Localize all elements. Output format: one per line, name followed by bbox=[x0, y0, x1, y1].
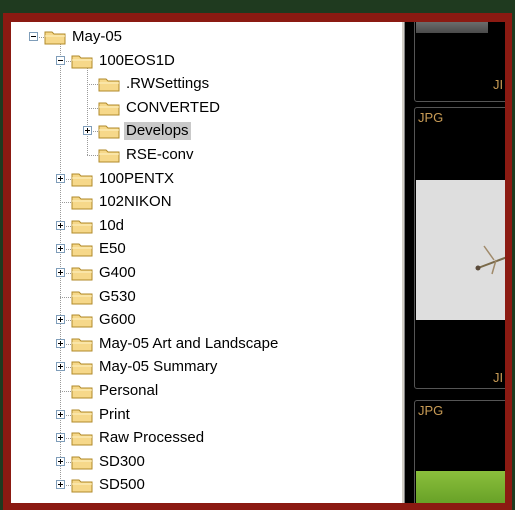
tree-item[interactable]: 100EOS1D bbox=[11, 50, 401, 72]
folder-tree[interactable]: May-05 100EOS1D .RWSettings CONVERTED Develo… bbox=[11, 22, 401, 503]
tree-item[interactable]: Raw Processed bbox=[11, 427, 401, 449]
tree-connector-line bbox=[87, 84, 98, 86]
folder-icon bbox=[98, 100, 120, 116]
tree-item[interactable]: RSE-conv bbox=[11, 144, 401, 166]
folder-icon bbox=[71, 265, 93, 281]
tree-item-label[interactable]: E50 bbox=[97, 240, 128, 258]
tree-item[interactable]: E50 bbox=[11, 238, 401, 260]
expand-icon[interactable] bbox=[56, 362, 65, 372]
tree-item-label[interactable]: RSE-conv bbox=[124, 146, 196, 164]
file-type-tag: JPG bbox=[418, 403, 444, 418]
thumbnail-caption: JI bbox=[493, 77, 504, 92]
collapse-icon[interactable] bbox=[56, 55, 65, 65]
folder-icon bbox=[71, 430, 93, 446]
folder-icon bbox=[71, 359, 93, 375]
tree-connector-line bbox=[60, 202, 71, 204]
thumbnail-caption: JI bbox=[493, 370, 504, 385]
tree-item-label[interactable]: G400 bbox=[97, 264, 138, 282]
expand-icon[interactable] bbox=[56, 433, 65, 443]
thumbnail-image bbox=[416, 180, 505, 320]
folder-icon bbox=[71, 312, 93, 328]
tree-item-label[interactable]: G600 bbox=[97, 311, 138, 329]
tree-item-label[interactable]: May-05 Art and Landscape bbox=[97, 335, 280, 353]
tree-item[interactable]: G600 bbox=[11, 309, 401, 331]
tree-item[interactable]: Develops bbox=[11, 120, 401, 142]
expand-icon[interactable] bbox=[56, 268, 65, 277]
tree-item[interactable]: .RWSettings bbox=[11, 73, 401, 95]
expand-icon[interactable] bbox=[56, 315, 65, 325]
dragonfly-image bbox=[475, 245, 505, 275]
tree-item[interactable]: Print bbox=[11, 404, 401, 426]
expand-icon[interactable] bbox=[56, 338, 65, 348]
folder-icon bbox=[71, 336, 93, 352]
folder-icon bbox=[44, 29, 66, 45]
thumbnail-card[interactable]: JPG bbox=[414, 400, 505, 503]
tree-item-label[interactable]: CONVERTED bbox=[124, 99, 222, 117]
tree-item-label[interactable]: G530 bbox=[97, 288, 138, 306]
tree-item-label[interactable]: Develops bbox=[124, 122, 191, 141]
folder-icon bbox=[98, 76, 120, 92]
folder-icon bbox=[71, 53, 93, 69]
file-type-tag: JPG bbox=[418, 110, 444, 125]
thumbnail-panel[interactable]: JI JPG JI JPG bbox=[405, 22, 505, 503]
folder-icon bbox=[71, 289, 93, 305]
tree-item-label[interactable]: 10d bbox=[97, 217, 126, 235]
tree-item[interactable]: SD300 bbox=[11, 451, 401, 473]
tree-item[interactable]: May-05 bbox=[11, 26, 401, 48]
tree-item-label[interactable]: Print bbox=[97, 406, 132, 424]
folder-icon bbox=[71, 218, 93, 234]
tree-item[interactable]: CONVERTED bbox=[11, 97, 401, 119]
expand-icon[interactable] bbox=[56, 480, 65, 490]
tree-item[interactable]: G400 bbox=[11, 262, 401, 284]
folder-icon bbox=[71, 171, 93, 187]
tree-item[interactable]: 100PENTX bbox=[11, 168, 401, 190]
folder-icon bbox=[98, 123, 120, 139]
folder-icon bbox=[71, 383, 93, 399]
folder-icon bbox=[71, 241, 93, 257]
expand-icon[interactable] bbox=[56, 244, 65, 254]
tree-connector-line bbox=[60, 391, 71, 392]
tree-item-label[interactable]: SD500 bbox=[97, 476, 147, 494]
tree-item-label[interactable]: 102NIKON bbox=[97, 193, 174, 211]
tree-item[interactable]: May-05 Summary bbox=[11, 356, 401, 378]
expand-icon[interactable] bbox=[56, 220, 65, 230]
tree-item-label[interactable]: May-05 Summary bbox=[97, 358, 219, 376]
tree-item[interactable]: May-05 Art and Landscape bbox=[11, 333, 401, 355]
tree-item[interactable]: Personal bbox=[11, 380, 401, 402]
folder-icon bbox=[71, 477, 93, 493]
tree-item[interactable]: SD500 bbox=[11, 474, 401, 496]
tree-item[interactable]: 10d bbox=[11, 215, 401, 237]
folder-icon bbox=[71, 454, 93, 470]
tree-connector-line bbox=[87, 107, 98, 109]
expand-icon[interactable] bbox=[56, 173, 65, 183]
tree-item-label[interactable]: May-05 bbox=[70, 28, 124, 46]
expand-icon[interactable] bbox=[83, 126, 92, 136]
thumbnail-card[interactable]: JPG JI bbox=[414, 107, 505, 389]
tree-item-label[interactable]: Personal bbox=[97, 382, 160, 400]
collapse-icon[interactable] bbox=[29, 32, 38, 41]
tree-item[interactable]: G530 bbox=[11, 286, 401, 308]
tree-connector-line bbox=[87, 155, 98, 156]
tree-connector-line bbox=[60, 296, 71, 298]
folder-tree-panel[interactable]: May-05 100EOS1D .RWSettings CONVERTED Develo… bbox=[11, 22, 401, 503]
tree-item-label[interactable]: Raw Processed bbox=[97, 429, 206, 447]
tree-item-label[interactable]: 100EOS1D bbox=[97, 52, 177, 70]
folder-icon bbox=[71, 194, 93, 210]
folder-icon bbox=[98, 147, 120, 163]
expand-icon[interactable] bbox=[56, 409, 65, 419]
folder-icon bbox=[71, 407, 93, 423]
tree-item[interactable]: 102NIKON bbox=[11, 191, 401, 213]
thumbnail-image bbox=[416, 22, 488, 33]
thumbnail-card[interactable]: JI bbox=[414, 22, 505, 102]
expand-icon[interactable] bbox=[56, 456, 65, 466]
thumbnail-image bbox=[416, 471, 505, 503]
tree-item-label[interactable]: .RWSettings bbox=[124, 75, 211, 93]
tree-item-label[interactable]: SD300 bbox=[97, 453, 147, 471]
tree-item-label[interactable]: 100PENTX bbox=[97, 170, 176, 188]
